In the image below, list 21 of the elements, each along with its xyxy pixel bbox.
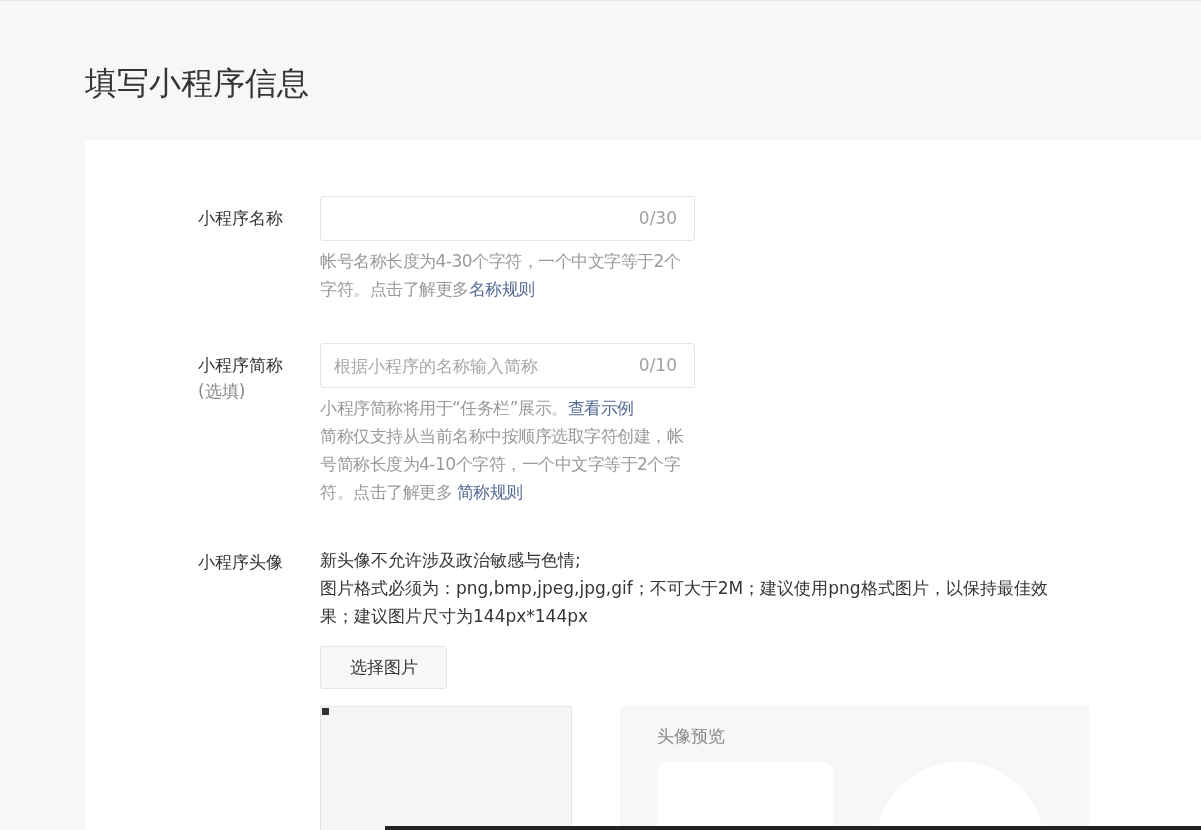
preview-title: 头像预览	[657, 725, 726, 748]
text-input[interactable]	[320, 196, 695, 241]
rule-link[interactable]: 查看示例	[567, 398, 634, 418]
hint-text: 小程序简称将用于“任务栏”展示。查看示例	[320, 397, 635, 420]
crop-handle-icon[interactable]	[322, 708, 329, 715]
requirement-text: 图片格式必须为：png,bmp,jpeg,jpg,gif；不可大于2M；建议使用png格式图片，以保持最佳效果；建议图片尺寸为144px*144px	[320, 577, 1049, 628]
rule-link[interactable]: 名称规则	[468, 279, 535, 299]
choose-image-button[interactable]: 选择图片	[320, 646, 447, 689]
field-label: 小程序简称	[198, 354, 284, 377]
hint-text: 简称仅支持从当前名称中按顺序选取字符创建，帐号简称长度为4-10个字符，一个中文字等于2个字符。点击了解更多 简称规则	[320, 425, 684, 504]
char-counter: 0/10	[638, 354, 677, 377]
hint-text: 帐号名称长度为4-30个字符，一个中文字等于2个字符。点击了解更多名称规则	[320, 250, 682, 301]
optional-label: (选填)	[198, 380, 247, 403]
requirement-text: 新头像不允许涉及政治敏感与色情;	[320, 549, 582, 572]
field-label: 小程序名称	[198, 207, 284, 230]
char-counter: 0/30	[638, 207, 677, 230]
scrollbar[interactable]	[385, 826, 1201, 830]
rule-link[interactable]: 简称规则	[456, 482, 523, 502]
field-label: 小程序头像	[198, 552, 283, 572]
page-title: 填写小程序信息	[85, 63, 310, 103]
crop-area[interactable]	[320, 706, 572, 830]
